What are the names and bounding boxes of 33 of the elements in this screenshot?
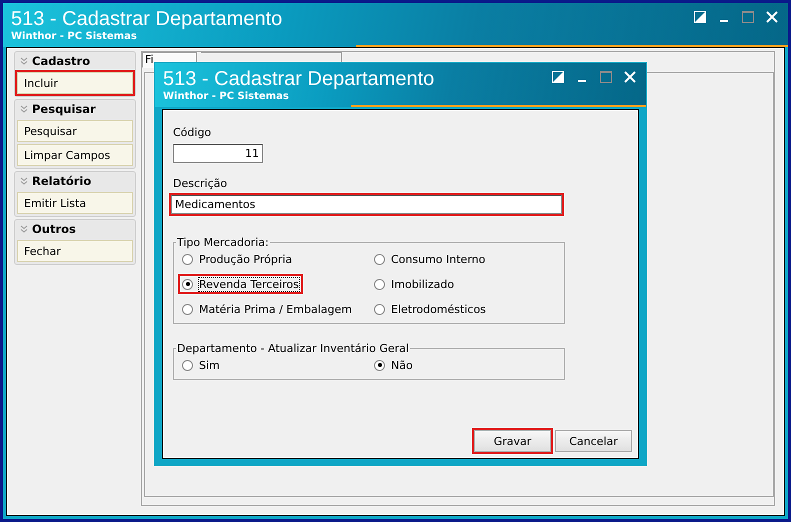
radio-option[interactable]: Sim (180, 357, 222, 373)
window-subtitle: Winthor - PC Sistemas (11, 31, 138, 43)
contrast-icon[interactable] (552, 71, 564, 83)
code-field[interactable]: 11 (173, 144, 263, 163)
sidebar-item[interactable]: Pesquisar (17, 120, 133, 142)
description-field[interactable]: Medicamentos (171, 195, 562, 214)
group-legend: Departamento - Atualizar Inventário Geral (176, 342, 410, 355)
group-title: Cadastro (32, 54, 90, 68)
radio-option[interactable]: Produção Própria (180, 251, 294, 267)
radio-option[interactable]: Matéria Prima / Embalagem (180, 301, 354, 317)
radio-option[interactable]: Imobilizado (372, 276, 456, 292)
sidebar-item[interactable]: Incluir (17, 72, 133, 94)
radio-option[interactable]: Consumo Interno (372, 251, 488, 267)
close-icon[interactable] (766, 11, 778, 23)
window-title: 513 - Cadastrar Departamento (163, 67, 434, 91)
group-title: Outros (32, 222, 76, 236)
field-label: Código (173, 126, 212, 139)
window-title: 513 - Cadastrar Departamento (11, 7, 282, 31)
radio-option[interactable]: Revenda Terceiros (180, 276, 301, 292)
dialog-button[interactable]: Cancelar (555, 430, 632, 452)
sidebar-item[interactable]: Limpar Campos (17, 144, 133, 166)
group-title: Pesquisar (32, 102, 96, 116)
group-title: Relatório (32, 174, 92, 188)
sidebar-item[interactable]: Emitir Lista (17, 192, 133, 214)
group-legend: Tipo Mercadoria: (176, 236, 270, 249)
radio-option[interactable]: Não (372, 357, 415, 373)
field-label: Descrição (173, 177, 228, 190)
dialog-button[interactable]: Gravar (474, 430, 551, 452)
contrast-icon[interactable] (694, 11, 706, 23)
radio-option[interactable]: Eletrodomésticos (372, 301, 488, 317)
window-subtitle: Winthor - PC Sistemas (163, 91, 290, 103)
close-icon[interactable] (624, 71, 636, 83)
sidebar-item[interactable]: Fechar (17, 240, 133, 262)
